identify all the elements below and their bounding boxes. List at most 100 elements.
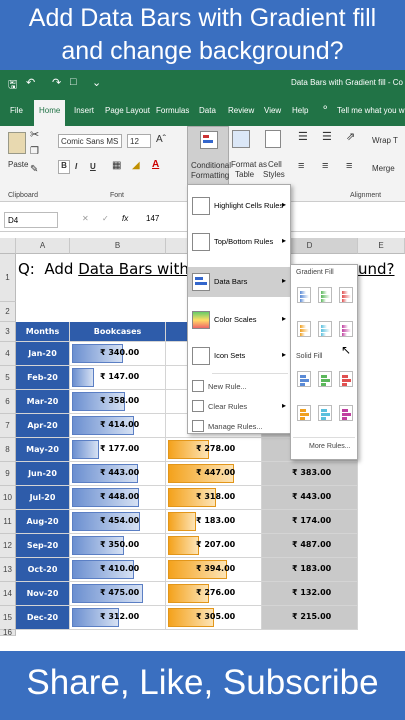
- cell-b[interactable]: ₹ 414.00: [70, 414, 166, 438]
- tab-view[interactable]: View: [264, 106, 281, 115]
- month-cell[interactable]: Sep-20: [16, 534, 70, 558]
- month-cell[interactable]: Jun-20: [16, 462, 70, 486]
- font-name-select[interactable]: Comic Sans MS: [58, 134, 122, 148]
- cell-b[interactable]: ₹ 410.00: [70, 558, 166, 582]
- select-all-corner[interactable]: [0, 238, 16, 254]
- col-header-b[interactable]: B: [70, 238, 166, 254]
- cell-b[interactable]: ₹ 340.00: [70, 342, 166, 366]
- cell-c[interactable]: ₹ 276.00: [166, 582, 262, 606]
- data-bar-swatch[interactable]: [318, 371, 332, 387]
- wrap-text-button[interactable]: Wrap T: [372, 136, 398, 145]
- cell-d[interactable]: ₹ 174.00: [262, 510, 358, 534]
- col-header-a[interactable]: A: [16, 238, 70, 254]
- data-bar-swatch[interactable]: [297, 287, 311, 303]
- redo-icon[interactable]: ↷: [52, 76, 61, 89]
- header-months[interactable]: Months: [16, 322, 70, 342]
- align-center-icon[interactable]: ≡: [322, 160, 328, 172]
- cell-d[interactable]: ₹ 383.00: [262, 462, 358, 486]
- cell-b[interactable]: ₹ 443.00: [70, 462, 166, 486]
- cell-b[interactable]: ₹ 475.00: [70, 582, 166, 606]
- fill-color-icon[interactable]: ◢: [132, 160, 140, 171]
- row-header[interactable]: 1: [0, 254, 16, 302]
- cell-c[interactable]: ₹ 278.00: [166, 438, 262, 462]
- month-cell[interactable]: Jul-20: [16, 486, 70, 510]
- cell-c[interactable]: ₹ 183.00: [166, 510, 262, 534]
- format-as-table-button[interactable]: Format as: [231, 160, 267, 169]
- month-cell[interactable]: Apr-20: [16, 414, 70, 438]
- row-header[interactable]: 13: [0, 558, 16, 582]
- cell-c[interactable]: ₹ 207.00: [166, 534, 262, 558]
- tell-me-box[interactable]: Tell me what you want: [337, 106, 405, 115]
- menu-new-rule[interactable]: New Rule...: [188, 377, 290, 395]
- new-file-icon[interactable]: □: [70, 76, 77, 88]
- data-bar-swatch[interactable]: [297, 405, 311, 421]
- tab-file[interactable]: File: [10, 106, 23, 115]
- menu-top-bottom-rules[interactable]: Top/Bottom Rules ▸: [188, 227, 290, 257]
- cell-d[interactable]: ₹ 215.00: [262, 606, 358, 630]
- data-bar-swatch[interactable]: [339, 287, 353, 303]
- tab-review[interactable]: Review: [228, 106, 254, 115]
- clipboard-icon[interactable]: [8, 132, 26, 154]
- menu-color-scales[interactable]: Color Scales ▸: [188, 305, 290, 335]
- cell-b[interactable]: ₹ 312.00: [70, 606, 166, 630]
- row-header[interactable]: 9: [0, 462, 16, 486]
- col-header-e[interactable]: E: [358, 238, 405, 254]
- menu-data-bars[interactable]: Data Bars ▸: [188, 267, 290, 297]
- tab-help[interactable]: Help: [292, 106, 308, 115]
- conditional-formatting-button[interactable]: Conditional Formatting: [187, 126, 231, 186]
- font-size-select[interactable]: 12: [127, 134, 151, 148]
- row-header[interactable]: 14: [0, 582, 16, 606]
- grow-font-icon[interactable]: Aˆ: [156, 134, 166, 145]
- month-cell[interactable]: Feb-20: [16, 366, 70, 390]
- data-bar-swatch[interactable]: [297, 321, 311, 337]
- cell-c[interactable]: ₹ 318.00: [166, 486, 262, 510]
- tab-formulas[interactable]: Formulas: [156, 106, 189, 115]
- cell-d[interactable]: ₹ 487.00: [262, 534, 358, 558]
- formula-value[interactable]: 147: [146, 214, 159, 223]
- undo-icon[interactable]: ↶: [26, 76, 35, 89]
- underline-button[interactable]: U: [90, 162, 96, 171]
- name-box[interactable]: D4: [4, 212, 58, 228]
- cut-icon[interactable]: ✂: [30, 128, 39, 141]
- month-cell[interactable]: May-20: [16, 438, 70, 462]
- borders-icon[interactable]: ▦: [112, 160, 121, 171]
- row-header[interactable]: 10: [0, 486, 16, 510]
- data-bar-swatch[interactable]: [339, 405, 353, 421]
- menu-highlight-cells-rules[interactable]: Highlight Cells Rules ▸: [188, 191, 290, 221]
- cell-styles-button[interactable]: Cell: [268, 160, 282, 169]
- data-bar-swatch[interactable]: [318, 321, 332, 337]
- insert-function-button[interactable]: fx: [122, 214, 128, 223]
- month-cell[interactable]: Jan-20: [16, 342, 70, 366]
- menu-icon-sets[interactable]: Icon Sets ▸: [188, 341, 290, 371]
- row-header[interactable]: 4: [0, 342, 16, 366]
- align-middle-icon[interactable]: ☰: [322, 130, 332, 143]
- cell-b[interactable]: ₹ 448.00: [70, 486, 166, 510]
- more-rules-link[interactable]: More Rules...: [309, 443, 351, 450]
- paste-button[interactable]: Paste: [8, 160, 28, 169]
- row-header[interactable]: 2: [0, 302, 16, 322]
- save-icon[interactable]: 🖫: [8, 76, 17, 95]
- month-cell[interactable]: Oct-20: [16, 558, 70, 582]
- row-header[interactable]: 12: [0, 534, 16, 558]
- orientation-icon[interactable]: ⇗: [346, 130, 355, 143]
- cell-b[interactable]: ₹ 358.00: [70, 390, 166, 414]
- copy-icon[interactable]: ❐: [30, 146, 39, 157]
- row-header[interactable]: 5: [0, 366, 16, 390]
- data-bar-swatch[interactable]: [297, 371, 311, 387]
- cell-d[interactable]: ₹ 183.00: [262, 558, 358, 582]
- tab-home[interactable]: Home: [34, 100, 66, 126]
- quick-access-more-icon[interactable]: ⌄: [92, 76, 101, 89]
- tab-page-layout[interactable]: Page Layout: [105, 106, 150, 115]
- cell-b[interactable]: ₹ 454.00: [70, 510, 166, 534]
- cell-d[interactable]: ₹ 132.00: [262, 582, 358, 606]
- row-header[interactable]: 3: [0, 322, 16, 342]
- align-left-icon[interactable]: ≡: [298, 160, 304, 172]
- cell-b[interactable]: ₹ 350.00: [70, 534, 166, 558]
- font-color-icon[interactable]: A: [152, 159, 159, 170]
- cell-d[interactable]: ₹ 443.00: [262, 486, 358, 510]
- italic-button[interactable]: I: [75, 162, 77, 171]
- month-cell[interactable]: Nov-20: [16, 582, 70, 606]
- cell-b[interactable]: ₹ 177.00: [70, 438, 166, 462]
- menu-manage-rules[interactable]: Manage Rules...: [188, 417, 290, 435]
- cell-c[interactable]: ₹ 305.00: [166, 606, 262, 630]
